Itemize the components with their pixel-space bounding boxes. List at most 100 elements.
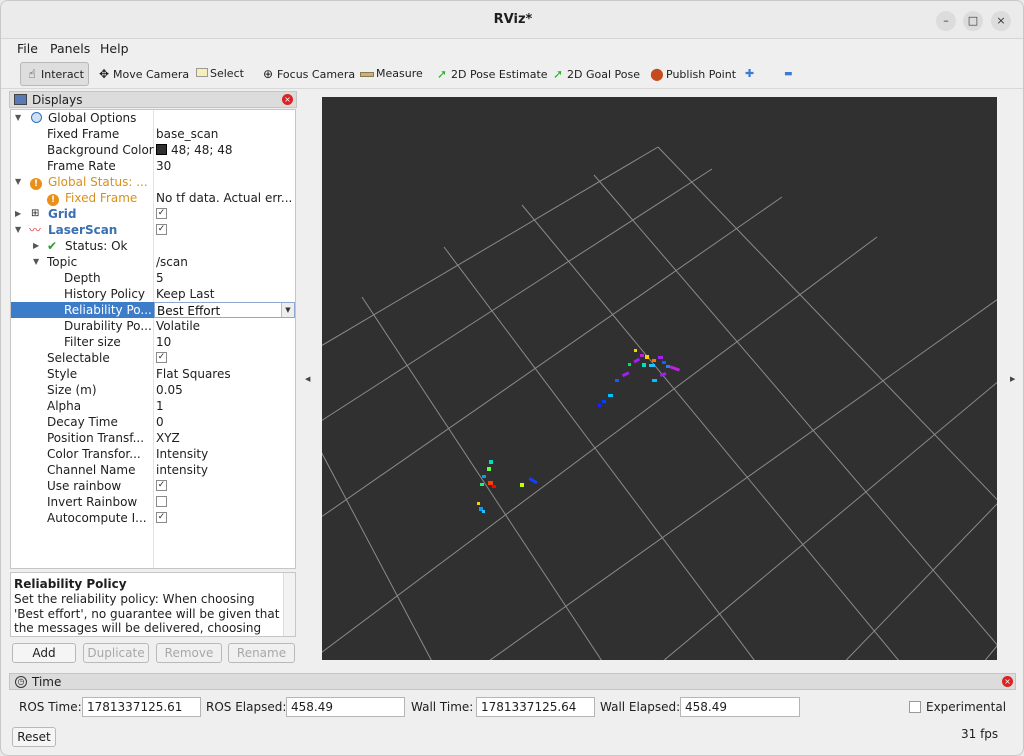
measure-tool[interactable]: Measure [358, 62, 423, 86]
row-global-status[interactable]: ▼ ! Global Status: ... [11, 174, 295, 190]
row-color-transformer[interactable]: Color Transfor... Intensity [11, 446, 295, 462]
invert-rainbow-checkbox[interactable] [156, 494, 294, 510]
row-value[interactable]: base_scan [156, 126, 294, 142]
row-value[interactable]: 0.05 [156, 382, 294, 398]
warning-icon: ! [30, 174, 42, 190]
reliability-select[interactable]: Best Effort ▼ [154, 302, 295, 318]
select-icon [196, 68, 208, 77]
row-value[interactable]: Intensity [156, 446, 294, 462]
expand-arrow-icon[interactable]: ▼ [15, 222, 21, 238]
collapse-arrow-icon[interactable]: ▶ [33, 238, 39, 254]
row-invert-rainbow[interactable]: Invert Rainbow [11, 494, 295, 510]
expand-arrow-icon[interactable]: ▼ [33, 254, 39, 270]
row-alpha[interactable]: Alpha 1 [11, 398, 295, 414]
select-tool[interactable]: Select [194, 62, 244, 86]
add-tool-button[interactable]: ✚ [743, 62, 754, 86]
experimental-checkbox[interactable] [909, 701, 921, 713]
close-time-icon[interactable]: × [1002, 676, 1013, 687]
goal-pose-tool[interactable]: ➚ 2D Goal Pose [549, 62, 640, 86]
collapse-left-icon[interactable]: ◀ [305, 375, 310, 383]
checkbox[interactable]: ✓ [156, 224, 167, 235]
ros-time-field[interactable]: 1781337125.61 [82, 697, 201, 717]
row-use-rainbow[interactable]: Use rainbow ✓ [11, 478, 295, 494]
row-position-transformer[interactable]: Position Transf... XYZ [11, 430, 295, 446]
expand-arrow-icon[interactable]: ▼ [15, 110, 21, 126]
focus-camera-tool[interactable]: ⊕ Focus Camera [259, 62, 355, 86]
row-value[interactable]: 1 [156, 398, 294, 414]
row-value[interactable]: intensity [156, 462, 294, 478]
row-value[interactable]: 0 [156, 414, 294, 430]
row-status-ok[interactable]: ▶ ✔ Status: Ok [11, 238, 295, 254]
move-icon: ✥ [98, 67, 110, 81]
pose-estimate-tool[interactable]: ➚ 2D Pose Estimate [433, 62, 548, 86]
row-history-policy[interactable]: History Policy Keep Last [11, 286, 295, 302]
row-background-color[interactable]: Background Color 48; 48; 48 [11, 142, 295, 158]
row-global-options[interactable]: ▼ Global Options [11, 110, 295, 126]
row-topic[interactable]: ▼ Topic /scan [11, 254, 295, 270]
reset-button[interactable]: Reset [12, 727, 56, 747]
interact-tool[interactable]: ☝ Interact [20, 62, 89, 86]
menu-panels[interactable]: Panels [50, 41, 90, 56]
row-grid[interactable]: ▶ ⊞ Grid ✓ [11, 206, 295, 222]
row-value[interactable]: 10 [156, 334, 294, 350]
row-frame-rate[interactable]: Frame Rate 30 [11, 158, 295, 174]
row-channel-name[interactable]: Channel Name intensity [11, 462, 295, 478]
row-fixed-frame[interactable]: Fixed Frame base_scan [11, 126, 295, 142]
duplicate-button[interactable]: Duplicate [83, 643, 149, 663]
minimize-button[interactable]: – [936, 11, 956, 31]
displays-tree[interactable]: ▼ Global Options Fixed Frame base_scan B… [10, 109, 296, 569]
chevron-down-icon[interactable]: ▼ [281, 303, 294, 317]
row-value[interactable]: Volatile [156, 318, 294, 334]
row-value[interactable]: Keep Last [156, 286, 294, 302]
collapse-right-icon[interactable]: ▶ [1010, 375, 1015, 383]
3d-viewport[interactable] [322, 97, 997, 660]
help-scrollbar[interactable] [283, 573, 295, 636]
row-size[interactable]: Size (m) 0.05 [11, 382, 295, 398]
checkbox[interactable]: ✓ [156, 208, 167, 219]
row-value[interactable]: Flat Squares [156, 366, 294, 382]
row-value[interactable]: 48; 48; 48 [156, 142, 294, 158]
clock-icon: ◷ [15, 676, 27, 688]
row-autocompute-intensity[interactable]: Autocompute I... ✓ [11, 510, 295, 526]
row-filter-size[interactable]: Filter size 10 [11, 334, 295, 350]
checkbox[interactable]: ✓ [156, 480, 167, 491]
menu-help[interactable]: Help [100, 41, 129, 56]
checkbox[interactable]: ✓ [156, 352, 167, 363]
grid-checkbox[interactable]: ✓ [156, 206, 294, 222]
wall-elapsed-field[interactable]: 458.49 [680, 697, 800, 717]
row-decay-time[interactable]: Decay Time 0 [11, 414, 295, 430]
collapse-arrow-icon[interactable]: ▶ [15, 206, 21, 222]
publish-point-tool[interactable]: ⬤ Publish Point [648, 62, 736, 86]
row-depth[interactable]: Depth 5 [11, 270, 295, 286]
checkbox[interactable] [156, 496, 167, 507]
close-displays-icon[interactable]: × [282, 94, 293, 105]
row-reliability-policy[interactable]: Reliability Po... Best Effort ▼ [11, 302, 295, 318]
laserscan-checkbox[interactable]: ✓ [156, 222, 294, 238]
menu-file[interactable]: File [17, 41, 38, 56]
row-value[interactable]: /scan [156, 254, 294, 270]
row-style[interactable]: Style Flat Squares [11, 366, 295, 382]
use-rainbow-checkbox[interactable]: ✓ [156, 478, 294, 494]
remove-button[interactable]: Remove [156, 643, 222, 663]
maximize-button[interactable]: □ [963, 11, 983, 31]
wall-time-field[interactable]: 1781337125.64 [476, 697, 595, 717]
add-button[interactable]: Add [12, 643, 76, 663]
move-camera-tool[interactable]: ✥ Move Camera [95, 62, 189, 86]
row-value[interactable]: XYZ [156, 430, 294, 446]
selectable-checkbox[interactable]: ✓ [156, 350, 294, 366]
row-selectable[interactable]: Selectable ✓ [11, 350, 295, 366]
row-label: Position Transf... [47, 431, 145, 445]
grid-icon: ⊞ [31, 208, 40, 219]
close-window-button[interactable]: × [991, 11, 1011, 31]
checkbox[interactable]: ✓ [156, 512, 167, 523]
autocompute-checkbox[interactable]: ✓ [156, 510, 294, 526]
row-laserscan[interactable]: ▼ 〰 LaserScan ✓ [11, 222, 295, 238]
remove-tool-button[interactable]: ▬ [782, 62, 793, 86]
ros-elapsed-field[interactable]: 458.49 [286, 697, 405, 717]
expand-arrow-icon[interactable]: ▼ [15, 174, 21, 190]
row-status-fixed-frame[interactable]: ! Fixed Frame No tf data. Actual err... [11, 190, 295, 206]
row-value[interactable]: 5 [156, 270, 294, 286]
row-value[interactable]: 30 [156, 158, 294, 174]
rename-button[interactable]: Rename [228, 643, 295, 663]
row-durability-policy[interactable]: Durability Po... Volatile [11, 318, 295, 334]
